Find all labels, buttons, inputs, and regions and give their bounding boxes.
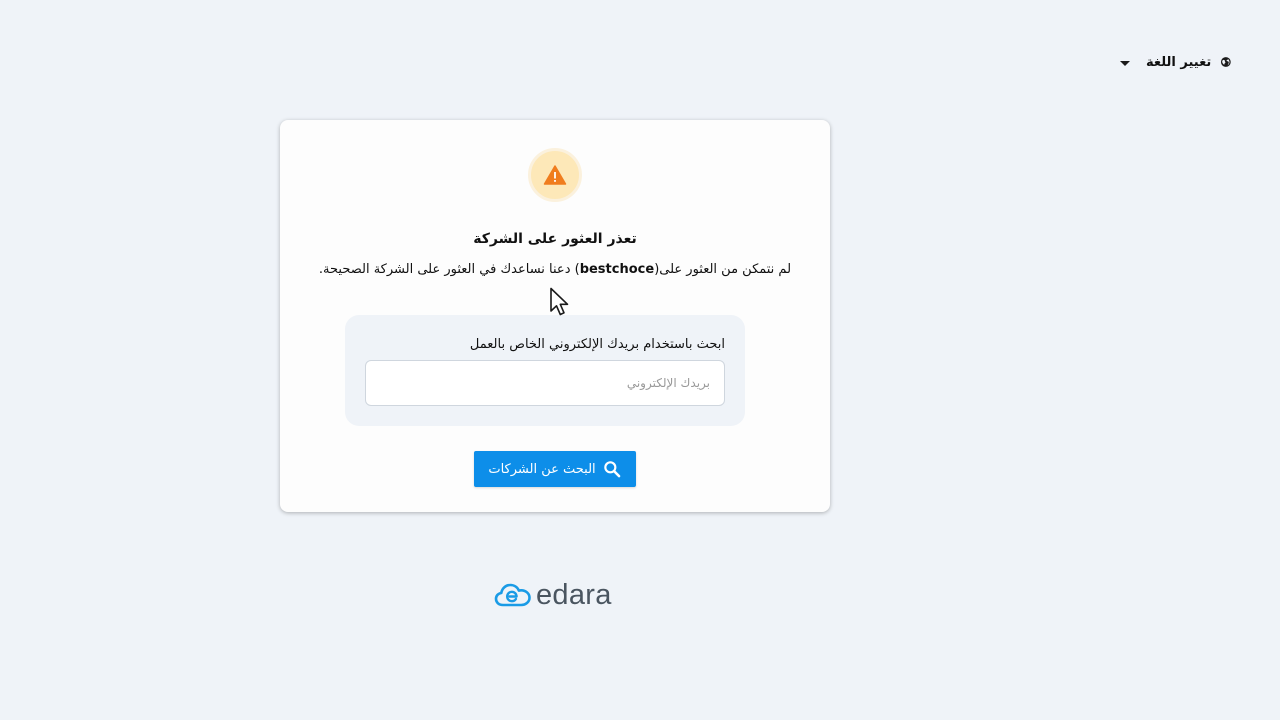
message-after: ) دعنا نساعدك في العثور على الشركة الصحي… — [318, 262, 580, 277]
email-field[interactable] — [365, 360, 725, 406]
email-search-panel: ابحث باستخدام بريدك الإلكتروني الخاص بال… — [345, 315, 745, 426]
edara-logo: edara — [494, 578, 624, 612]
globe-icon — [1221, 57, 1232, 67]
company-name: bestchoce — [579, 262, 655, 277]
card-title: تعذر العثور على الشركة — [473, 231, 637, 247]
caret-down-icon — [1120, 60, 1130, 66]
card-message: لم نتمكن من العثور على(bestchoce) دعنا ن… — [280, 262, 830, 277]
language-switcher[interactable]: تغيير اللغة — [1116, 49, 1232, 75]
search-icon — [603, 461, 620, 478]
search-companies-button[interactable]: البحث عن الشركات — [474, 451, 636, 487]
email-search-label: ابحث باستخدام بريدك الإلكتروني الخاص بال… — [469, 337, 725, 352]
company-not-found-card: تعذر العثور على الشركة لم نتمكن من العثو… — [280, 120, 830, 512]
warning-icon — [543, 165, 567, 185]
cloud-logo-icon — [494, 583, 531, 607]
logo-text: edara — [536, 578, 612, 611]
language-switcher-label: تغيير اللغة — [1146, 54, 1212, 70]
warning-badge — [528, 148, 582, 202]
search-companies-label: البحث عن الشركات — [488, 461, 596, 477]
message-before: لم نتمكن من العثور على( — [654, 262, 792, 277]
